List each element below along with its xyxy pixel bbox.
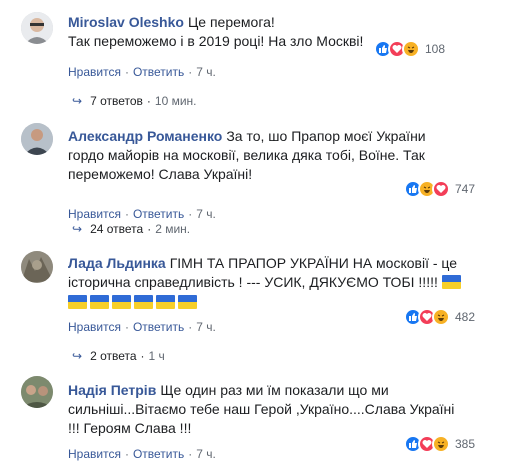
like-link[interactable]: Нравится xyxy=(68,65,121,79)
ukraine-flag-emoji xyxy=(112,295,131,309)
comment-line: сильніші...Вітаємо тебе наш Герой ,Украї… xyxy=(68,401,455,417)
replies-time: 2 мин. xyxy=(155,222,191,236)
like-link[interactable]: Нравится xyxy=(68,447,121,461)
reply-link[interactable]: Ответить xyxy=(133,207,184,221)
comment-actions: Нравится · Ответить · 7 ч. xyxy=(68,65,216,79)
reactions-summary[interactable]: 108 xyxy=(374,39,445,59)
comment-time[interactable]: 7 ч. xyxy=(196,207,216,221)
comment-time[interactable]: 7 ч. xyxy=(196,320,216,334)
replies-time: 1 ч xyxy=(148,349,165,363)
replies-count[interactable]: 24 ответа xyxy=(90,222,143,236)
reply-arrow-icon: ↪ xyxy=(72,349,83,363)
reactions-summary[interactable]: 747 xyxy=(404,179,475,199)
comment-line: !!! Героям Слава !!! xyxy=(68,420,192,436)
reaction-count: 108 xyxy=(425,42,446,56)
ukraine-flag-emoji xyxy=(68,295,87,309)
comment-line: ГІМН ТА ПРАПОР УКРАЇНИ НА московії - це xyxy=(169,255,458,271)
reactions-summary[interactable]: 385 xyxy=(404,434,475,454)
reply-arrow-icon: ↪ xyxy=(72,94,83,108)
view-replies[interactable]: ↪ 24 ответа · 2 мин. xyxy=(72,222,190,236)
comment-author[interactable]: Александр Романенко xyxy=(68,128,222,144)
reply-link[interactable]: Ответить xyxy=(133,65,184,79)
haha-icon xyxy=(402,40,420,58)
reaction-count: 482 xyxy=(455,310,476,324)
ukraine-flag-emoji xyxy=(134,295,153,309)
ukraine-flag-emoji xyxy=(90,295,109,309)
comment-actions: Нравится · Ответить · 7 ч. xyxy=(68,320,216,334)
ukraine-flag-emoji xyxy=(156,295,175,309)
reactions-summary[interactable]: 482 xyxy=(404,307,475,327)
comment-text: Miroslav Oleshko Це перемога! Так перемож… xyxy=(68,13,363,51)
reply-link[interactable]: Ответить xyxy=(133,320,184,334)
comment-text: Надія Петрів Ще один раз ми їм показали щ… xyxy=(68,381,454,438)
reaction-count: 747 xyxy=(455,182,476,196)
reaction-count: 385 xyxy=(455,437,476,451)
reply-link[interactable]: Ответить xyxy=(133,447,184,461)
comment-line: Ще один раз ми їм показали що ми xyxy=(160,382,389,398)
comment-author[interactable]: Miroslav Oleshko xyxy=(68,14,184,30)
comment-actions: Нравится · Ответить · 7 ч. xyxy=(68,447,216,461)
ukraine-flag-emoji xyxy=(178,295,197,309)
avatar[interactable] xyxy=(21,376,53,408)
comment-text: Александр Романенко За то, шо Прапор моєї… xyxy=(68,127,426,184)
comment-time[interactable]: 7 ч. xyxy=(196,65,216,79)
comment-line: Це перемога! xyxy=(187,14,275,30)
replies-count[interactable]: 2 ответа xyxy=(90,349,136,363)
replies-time: 10 мин. xyxy=(154,94,197,108)
comment-line: За то, шо Прапор моєї України xyxy=(226,128,426,144)
comment-line: переможемо! Слава Україні! xyxy=(68,166,253,182)
avatar[interactable] xyxy=(21,123,53,155)
love-icon xyxy=(432,180,450,198)
view-replies[interactable]: ↪ 2 ответа · 1 ч xyxy=(72,349,165,363)
reply-arrow-icon: ↪ xyxy=(72,222,83,236)
haha-icon xyxy=(432,308,450,326)
haha-icon xyxy=(432,435,450,453)
replies-count[interactable]: 7 ответов xyxy=(90,94,143,108)
avatar[interactable] xyxy=(21,251,53,283)
comment-line: гордо майорів на московії, велика дяка т… xyxy=(68,147,425,163)
comment-time[interactable]: 7 ч. xyxy=(196,447,216,461)
comment-line: історична справедливість ! --- УСИК, ДЯК… xyxy=(68,274,438,290)
like-link[interactable]: Нравится xyxy=(68,320,121,334)
ukraine-flag-emoji xyxy=(441,275,461,289)
view-replies[interactable]: ↪ 7 ответов · 10 мин. xyxy=(72,94,197,108)
avatar[interactable] xyxy=(21,12,53,44)
comment-line: Так переможемо і в 2019 році! На зло Мос… xyxy=(68,33,364,49)
like-link[interactable]: Нравится xyxy=(68,207,121,221)
comment-author[interactable]: Лада Льдинка xyxy=(68,255,166,271)
comment-text: Лада Льдинка ГІМН ТА ПРАПОР УКРАЇНИ НА мо… xyxy=(68,254,464,312)
comment-actions: Нравится · Ответить · 7 ч. xyxy=(68,207,216,221)
comment-author[interactable]: Надія Петрів xyxy=(68,382,156,398)
